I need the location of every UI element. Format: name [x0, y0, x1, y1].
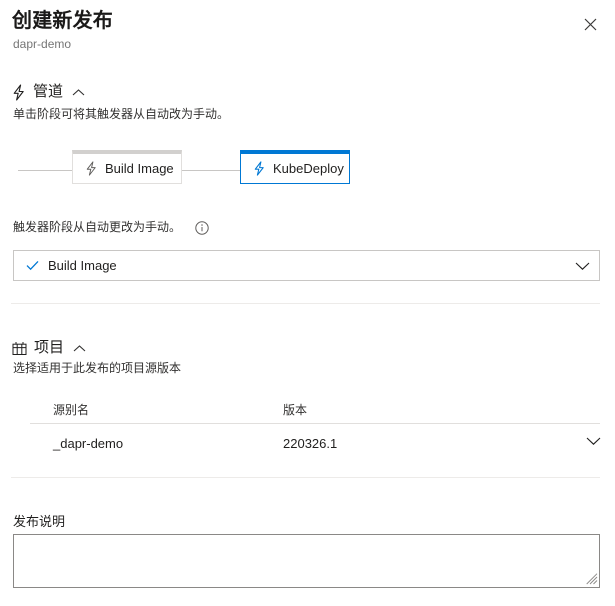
stage-connector-middle [181, 170, 241, 171]
section-divider [11, 303, 600, 304]
stage-connector-left [18, 170, 73, 171]
table-row[interactable]: _dapr-demo 220326.1 [0, 423, 615, 463]
table-header-row: 源别名 版本 [0, 396, 615, 424]
close-button[interactable] [574, 8, 606, 40]
artifacts-table: 源别名 版本 _dapr-demo 220326.1 [0, 396, 615, 463]
cell-version: 220326.1 [283, 436, 338, 451]
panel-header: 创建新发布 dapr-demo [0, 0, 615, 58]
package-icon [12, 341, 27, 356]
pipeline-section-title: 管道 [33, 83, 64, 100]
stage-kubedeploy[interactable]: KubeDeploy [240, 150, 350, 184]
trigger-label: 触发器阶段从自动更改为手动。 [13, 220, 182, 234]
trigger-info-row: 触发器阶段从自动更改为手动。 [13, 219, 209, 236]
stage-label: KubeDeploy [273, 161, 344, 176]
info-circle-icon[interactable] [195, 220, 209, 235]
chevron-up-icon[interactable] [72, 88, 85, 97]
artifacts-section-header[interactable]: 项目 [12, 338, 86, 358]
lightning-bolt-icon [12, 83, 26, 101]
release-notes-label: 发布说明 [13, 514, 66, 529]
pipeline-section-header[interactable]: 管道 [12, 82, 85, 102]
page-title: 创建新发布 [12, 10, 113, 32]
page-subtitle: dapr-demo [13, 37, 72, 51]
column-header-alias: 源别名 [53, 403, 90, 417]
cell-alias: _dapr-demo [53, 436, 124, 451]
artifacts-section-description: 选择适用于此发布的项目源版本 [13, 361, 182, 375]
stage-build-image[interactable]: Build Image [72, 150, 182, 184]
chevron-up-icon[interactable] [73, 344, 86, 353]
create-release-panel: 创建新发布 dapr-demo 管道 单击阶段可将其触发器从自动改为手动。 Bu… [0, 0, 615, 606]
stage-select-dropdown[interactable]: Build Image [13, 250, 600, 281]
pipeline-section-description: 单击阶段可将其触发器从自动改为手动。 [13, 107, 230, 121]
chevron-down-icon[interactable] [586, 436, 601, 446]
stage-label: Build Image [105, 161, 174, 176]
section-divider [11, 477, 600, 478]
close-icon [584, 18, 596, 30]
column-header-version: 版本 [283, 403, 308, 417]
chevron-down-icon[interactable] [575, 261, 590, 271]
checkmark-icon [26, 260, 48, 271]
artifacts-section-title: 项目 [34, 339, 65, 356]
lightning-bolt-icon [253, 161, 266, 176]
release-notes-input[interactable] [13, 534, 600, 588]
lightning-bolt-icon [85, 161, 98, 176]
stage-select-value: Build Image [48, 258, 117, 273]
pipeline-stages: Build Image KubeDeploy [0, 150, 615, 192]
